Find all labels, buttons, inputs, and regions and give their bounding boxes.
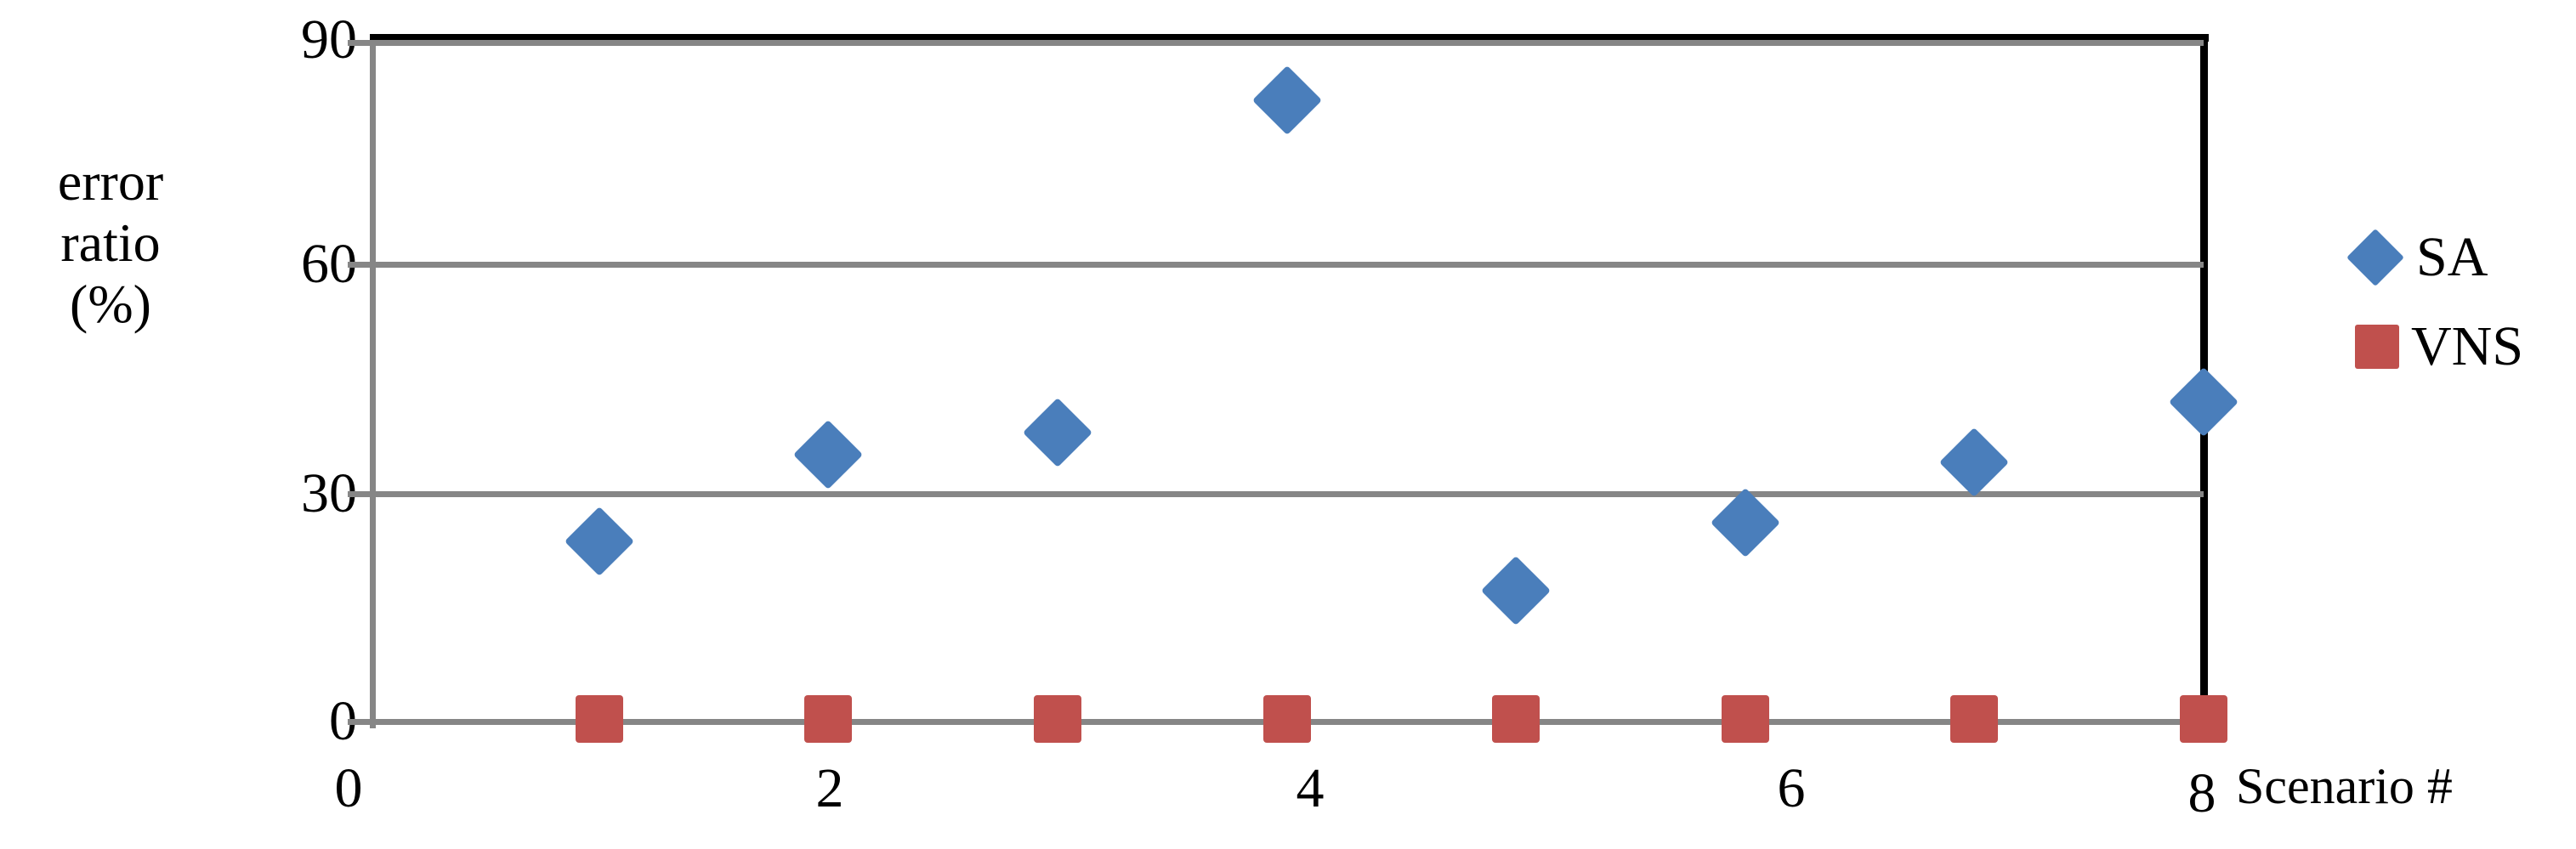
data-point-sa-scenario-4[interactable] [1251, 65, 1322, 136]
data-point-sa-scenario-2[interactable] [793, 420, 864, 490]
plot-area [348, 40, 2239, 743]
data-point-vns-scenario-6[interactable] [1721, 695, 1769, 743]
data-point-sa-scenario-8[interactable] [2168, 367, 2239, 438]
y-tick-mark-90 [348, 40, 370, 46]
y-tick-label-30: 30 [301, 462, 357, 524]
data-point-sa-scenario-5[interactable] [1481, 556, 1552, 626]
x-tick-label-2: 2 [815, 757, 844, 819]
chart-legend: SA VNS [2346, 212, 2567, 391]
data-point-vns-scenario-8[interactable] [2180, 695, 2227, 743]
data-point-vns-scenario-2[interactable] [804, 695, 853, 743]
x-tick-label-4: 4 [1296, 757, 1325, 819]
data-point-vns-scenario-1[interactable] [575, 695, 623, 743]
y-axis-title: error ratio (%) [57, 151, 164, 334]
data-point-vns-scenario-7[interactable] [1950, 695, 1999, 743]
gridline-60 [348, 262, 2204, 268]
x-tick-label-6: 6 [1777, 757, 1806, 819]
y-tick-label-60: 60 [301, 233, 357, 295]
data-point-sa-scenario-1[interactable] [564, 507, 634, 577]
data-point-sa-scenario-6[interactable] [1710, 488, 1780, 558]
y-tick-mark-0 [348, 719, 370, 725]
square-marker-icon [2355, 324, 2399, 369]
data-point-vns-scenario-3[interactable] [1033, 695, 1081, 743]
chart-figure: error ratio (%) 90 60 30 0 0 2 4 6 8 Sce… [0, 0, 2576, 849]
y-tick-label-0: 0 [329, 690, 357, 752]
x-axis-title: Scenario # [2236, 758, 2453, 814]
data-point-sa-scenario-7[interactable] [1939, 427, 2010, 498]
y-tick-label-90: 90 [301, 8, 357, 71]
diamond-marker-icon [2346, 228, 2404, 286]
x-tick-label-0: 0 [334, 757, 363, 819]
legend-entry-vns[interactable]: VNS [2355, 302, 2567, 391]
legend-label-vns: VNS [2411, 314, 2524, 377]
y-tick-mark-60 [348, 262, 370, 268]
data-point-sa-scenario-3[interactable] [1022, 397, 1092, 467]
legend-label-sa: SA [2416, 225, 2488, 288]
legend-entry-sa[interactable]: SA [2346, 212, 2567, 302]
gridline-30 [348, 491, 2204, 497]
gridline-90 [348, 40, 2204, 46]
data-point-vns-scenario-5[interactable] [1492, 695, 1540, 743]
data-point-vns-scenario-4[interactable] [1262, 695, 1311, 743]
y-tick-mark-30 [348, 491, 370, 497]
